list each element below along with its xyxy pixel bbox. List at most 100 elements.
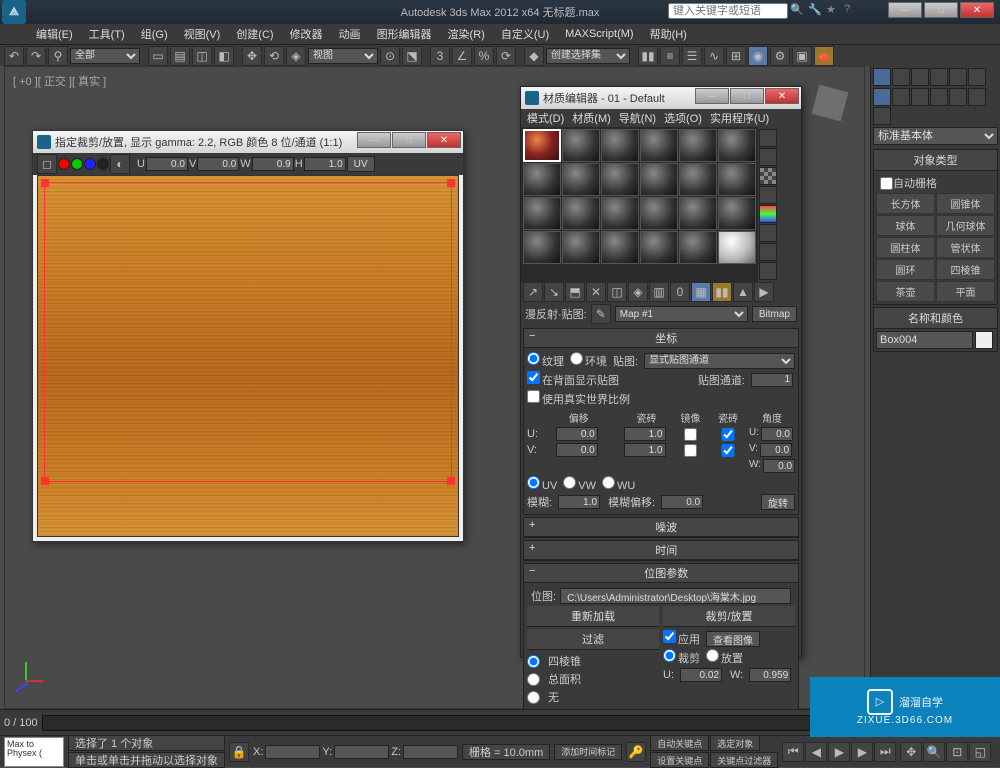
v-mirror-check[interactable] — [674, 444, 708, 457]
mat-close-button[interactable]: ✕ — [765, 88, 799, 104]
cone-button[interactable]: 圆锥体 — [936, 193, 995, 214]
crop-w-param[interactable] — [749, 668, 791, 682]
apply-check[interactable]: 应用 — [663, 630, 700, 647]
pan-view-icon[interactable]: ✥ — [900, 742, 922, 762]
mirror-icon[interactable]: ▮▮ — [638, 46, 658, 66]
blur-offset-input[interactable] — [661, 495, 703, 509]
teapot-button[interactable]: 茶壶 — [876, 281, 935, 302]
next-frame-icon[interactable]: ▶ — [851, 742, 873, 762]
zoom-all-icon[interactable]: ⊡ — [946, 742, 968, 762]
sample-type-icon[interactable] — [759, 129, 777, 147]
angle-snap-icon[interactable]: ∠ — [452, 46, 472, 66]
go-parent-icon[interactable]: ▲ — [733, 282, 753, 302]
mat-slot-6[interactable] — [718, 129, 756, 162]
environ-radio[interactable]: 环境 — [570, 352, 607, 369]
video-color-icon[interactable] — [759, 205, 777, 223]
mat-id-icon[interactable]: 0 — [670, 282, 690, 302]
viewcube-icon[interactable] — [805, 78, 855, 128]
options-icon[interactable] — [759, 243, 777, 261]
x-coord-input[interactable] — [265, 745, 320, 759]
mat-slot-13[interactable] — [523, 197, 561, 230]
u-tile-input[interactable] — [624, 427, 666, 441]
minimize-button[interactable]: — — [888, 2, 922, 18]
mat-menu-modes[interactable]: 模式(D) — [527, 110, 564, 126]
crop-u-input[interactable] — [146, 157, 188, 171]
mat-max-button[interactable]: □ — [730, 88, 764, 104]
go-forward-icon[interactable]: ▶ — [754, 282, 774, 302]
mat-slot-9[interactable] — [601, 163, 639, 196]
mat-slot-18[interactable] — [718, 197, 756, 230]
render-icon[interactable]: 🫖 — [814, 46, 834, 66]
redo-icon[interactable]: ↷ — [26, 46, 46, 66]
uv-toggle-button[interactable]: UV — [347, 156, 375, 172]
texture-preview[interactable] — [37, 175, 459, 537]
mat-slot-3[interactable] — [601, 129, 639, 162]
window-crossing-icon[interactable]: ◧ — [214, 46, 234, 66]
mat-min-button[interactable]: — — [695, 88, 729, 104]
show-end-icon[interactable]: ▮▮ — [712, 282, 732, 302]
view-image-button[interactable]: 查看图像 — [706, 631, 760, 647]
create-tab-icon[interactable] — [873, 68, 891, 86]
bitmap-rollout-head[interactable]: 位图参数 — [524, 564, 798, 583]
sample-uv-icon[interactable] — [759, 186, 777, 204]
tube-button[interactable]: 管状体 — [936, 237, 995, 258]
make-unique-icon[interactable]: ◈ — [628, 282, 648, 302]
sphere-button[interactable]: 球体 — [876, 215, 935, 236]
hierarchy-tab-icon[interactable] — [911, 68, 929, 86]
star-icon[interactable]: ★ — [826, 3, 842, 19]
z-coord-input[interactable] — [403, 745, 458, 759]
scale-icon[interactable]: ◈ — [286, 46, 306, 66]
background-icon[interactable] — [759, 167, 777, 185]
u-angle-input[interactable] — [761, 427, 793, 441]
mat-slot-19[interactable] — [523, 231, 561, 264]
lights-icon[interactable] — [911, 88, 929, 106]
filter-summed-radio[interactable]: 总面积 — [527, 670, 659, 688]
time-tag-hint[interactable]: 添加时间标记 — [554, 744, 622, 760]
crop-v-input[interactable] — [197, 157, 239, 171]
torus-button[interactable]: 圆环 — [876, 259, 935, 280]
cylinder-button[interactable]: 圆柱体 — [876, 237, 935, 258]
helpers-icon[interactable] — [949, 88, 967, 106]
mat-slot-7[interactable] — [523, 163, 561, 196]
menu-views[interactable]: 视图(V) — [178, 24, 227, 44]
crop-h-input[interactable] — [304, 157, 346, 171]
vw-radio[interactable]: VW — [563, 476, 596, 492]
mat-slot-11[interactable] — [679, 163, 717, 196]
menu-create[interactable]: 创建(C) — [230, 24, 279, 44]
mat-slot-21[interactable] — [601, 231, 639, 264]
link-icon[interactable]: ⚲ — [48, 46, 68, 66]
object-type-head[interactable]: 对象类型 — [874, 150, 997, 171]
manipulate-icon[interactable]: ⬔ — [402, 46, 422, 66]
channel-a-icon[interactable] — [97, 158, 109, 170]
schematic-icon[interactable]: ⊞ — [726, 46, 746, 66]
pick-map-icon[interactable]: ✎ — [591, 304, 611, 324]
undo-icon[interactable]: ↶ — [4, 46, 24, 66]
key-icon[interactable]: 🔑 — [626, 742, 646, 762]
mat-slot-16[interactable] — [640, 197, 678, 230]
app-logo-icon[interactable]: ⟁ — [2, 0, 26, 24]
geosphere-button[interactable]: 几何球体 — [936, 215, 995, 236]
mat-slot-2[interactable] — [562, 129, 600, 162]
pyramid-button[interactable]: 四棱锥 — [936, 259, 995, 280]
mat-slot-14[interactable] — [562, 197, 600, 230]
filter-none-radio[interactable]: 无 — [527, 688, 659, 706]
select-by-mat-icon[interactable] — [759, 262, 777, 280]
autokey-button[interactable]: 自动关键点 — [650, 735, 709, 751]
rotate-button[interactable]: 旋转 — [761, 494, 795, 510]
crop-w-input[interactable] — [252, 157, 294, 171]
maximize-vp-icon[interactable]: ◱ — [969, 742, 991, 762]
color-swatch[interactable] — [975, 331, 993, 349]
reset-map-icon[interactable]: ✕ — [586, 282, 606, 302]
menu-graph[interactable]: 图形编辑器 — [371, 24, 438, 44]
make-copy-icon[interactable]: ◫ — [607, 282, 627, 302]
uv-radio[interactable]: UV — [527, 476, 557, 492]
percent-snap-icon[interactable]: % — [474, 46, 494, 66]
mat-slot-8[interactable] — [562, 163, 600, 196]
v-angle-input[interactable] — [760, 443, 792, 457]
menu-help[interactable]: 帮助(H) — [644, 24, 693, 44]
put-library-icon[interactable]: ▥ — [649, 282, 669, 302]
category-select[interactable]: 标准基本体 — [873, 127, 998, 145]
crop-handle-tr[interactable] — [447, 179, 455, 187]
prev-frame-icon[interactable]: ◀ — [805, 742, 827, 762]
curve-editor-icon[interactable]: ∿ — [704, 46, 724, 66]
